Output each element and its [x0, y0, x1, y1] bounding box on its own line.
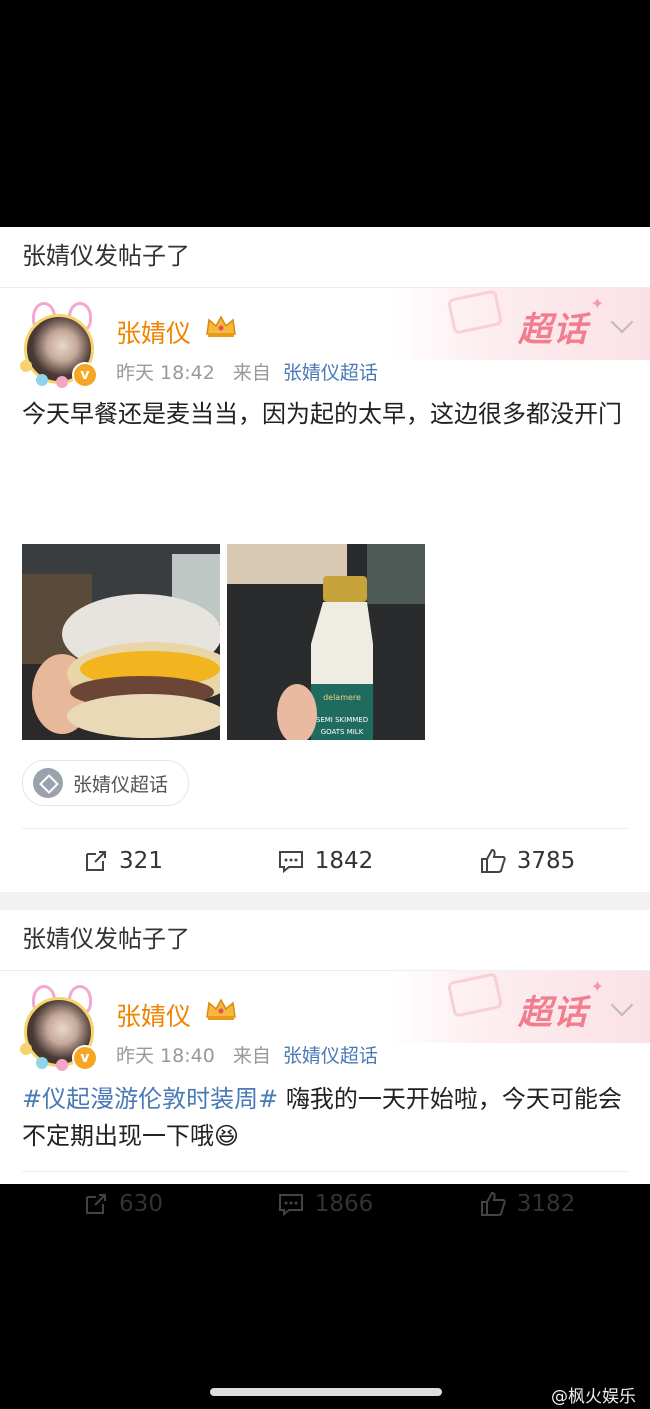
like-button[interactable]: 3182: [426, 1172, 628, 1236]
post-card[interactable]: 超话 ✦ v 张婧仪 昨天 18:40 来自 张婧仪超话 #仪起漫游伦敦时装周#…: [0, 971, 650, 1217]
flower-decoration: [20, 1043, 32, 1055]
repost-count: 630: [119, 1191, 163, 1217]
comment-count: 1842: [314, 848, 374, 874]
comment-count: 1866: [314, 1191, 374, 1217]
supertopic-badge: 超话: [518, 310, 588, 350]
action-bar: 630 1866 3182: [22, 1171, 628, 1236]
like-count: 3785: [516, 848, 576, 874]
post-meta: 昨天 18:42 来自 张婧仪超话: [116, 358, 378, 385]
crown-icon: [206, 315, 236, 337]
post-meta: 昨天 18:40 来自 张婧仪超话: [116, 1041, 378, 1068]
photo-burger[interactable]: [22, 544, 220, 740]
post-card[interactable]: 超话 ✦ v 张婧仪 昨天 18:42 来自 张婧仪超话 今天早餐还是麦当当，因…: [0, 288, 650, 874]
bottle-line3: GOATS MILK: [321, 728, 364, 736]
author-name[interactable]: 张婧仪: [116, 997, 191, 1033]
diamond-icon: [446, 289, 504, 335]
hashtag-link[interactable]: #仪起漫游伦敦时装周#: [22, 1085, 278, 1113]
comment-button[interactable]: 1842: [224, 829, 426, 893]
like-count: 3182: [516, 1191, 576, 1217]
repost-button[interactable]: 321: [22, 829, 224, 893]
author-name[interactable]: 张婧仪: [116, 314, 191, 350]
flower-decoration: [56, 1059, 68, 1071]
verified-badge-icon: v: [72, 1045, 98, 1071]
crown-icon: [206, 998, 236, 1020]
sparkle-icon: ✦: [590, 977, 604, 996]
comment-icon: [278, 1194, 303, 1217]
bottle-product: SEMI SKIMMED: [316, 716, 368, 724]
avatar[interactable]: v: [20, 985, 98, 1071]
home-indicator[interactable]: [210, 1388, 442, 1396]
repost-icon: [86, 851, 107, 871]
thumbs-up-icon: [480, 848, 506, 873]
section-title: 张婧仪发帖子了: [0, 910, 650, 971]
verified-badge-icon: v: [72, 362, 98, 388]
burger-image: [22, 544, 220, 740]
supertopic-badge: 超话: [518, 993, 588, 1033]
flower-decoration: [56, 376, 68, 388]
laughing-emoji-icon: 😆: [214, 1122, 240, 1150]
action-bar: 321 1842 3785: [22, 828, 628, 893]
post-time: 昨天 18:40: [116, 1045, 215, 1067]
supertopic-banner[interactable]: 超话 ✦: [390, 288, 650, 360]
topic-tag[interactable]: 张婧仪超话: [22, 760, 190, 806]
chevron-down-icon[interactable]: [610, 310, 634, 334]
from-label: 来自: [232, 362, 271, 384]
chevron-down-icon[interactable]: [610, 993, 634, 1017]
source-link[interactable]: 张婧仪超话: [283, 362, 378, 384]
post-time: 昨天 18:42: [116, 362, 215, 384]
bottle-brand: delamere: [323, 693, 361, 702]
milk-bottle-image: delamere SEMI SKIMMED GOATS MILK: [227, 544, 425, 740]
flower-decoration: [36, 374, 48, 386]
flower-decoration: [20, 360, 32, 372]
topic-tag-label: 张婧仪超话: [73, 773, 169, 796]
diamond-icon: [446, 972, 504, 1018]
comment-icon: [278, 851, 303, 874]
like-button[interactable]: 3785: [426, 829, 628, 893]
post-text: #仪起漫游伦敦时装周# 嗨我的一天开始啦，今天可能会不定期出现一下哦😆: [22, 1081, 628, 1155]
supertopic-banner[interactable]: 超话 ✦: [390, 971, 650, 1043]
from-label: 来自: [232, 1045, 271, 1067]
source-link[interactable]: 张婧仪超话: [283, 1045, 378, 1067]
photo-milk-bottle[interactable]: delamere SEMI SKIMMED GOATS MILK: [227, 544, 425, 740]
comment-button[interactable]: 1866: [224, 1172, 426, 1236]
section-title: 张婧仪发帖子了: [0, 227, 650, 288]
repost-icon: [86, 1194, 107, 1214]
watermark: @枫火娱乐: [551, 1387, 636, 1407]
diamond-tag-icon: [33, 768, 63, 798]
repost-count: 321: [119, 848, 163, 874]
section-divider: [0, 892, 650, 910]
flower-decoration: [36, 1057, 48, 1069]
avatar[interactable]: v: [20, 302, 98, 388]
thumbs-up-icon: [480, 1191, 506, 1216]
repost-button[interactable]: 630: [22, 1172, 224, 1236]
feed-screen: 张婧仪发帖子了 超话 ✦ v 张婧仪 昨天 18:42 来自 张婧仪超话 今天早…: [0, 227, 650, 1217]
post-text: 今天早餐还是麦当当，因为起的太早，这边很多都没开门: [22, 400, 622, 428]
sparkle-icon: ✦: [590, 294, 604, 313]
